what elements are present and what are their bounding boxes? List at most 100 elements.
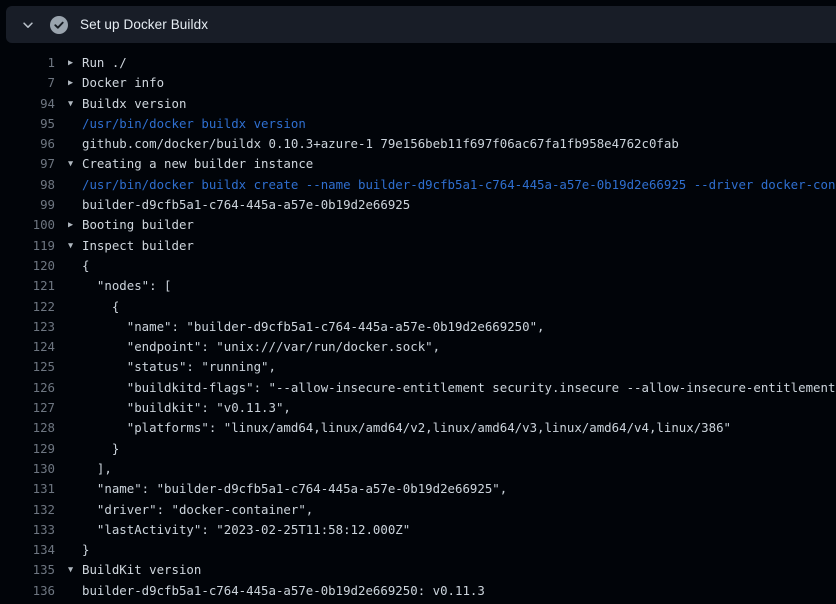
log-line-number[interactable]: 121 [0, 276, 55, 296]
group-toggle-arrow [68, 256, 82, 276]
log-line: 134 } [0, 540, 836, 560]
log-line: 125 "status": "running", [0, 357, 836, 377]
log-line-number[interactable]: 133 [0, 520, 55, 540]
group-collapse-arrow[interactable]: ▼ [68, 94, 82, 114]
group-toggle-arrow [68, 195, 82, 215]
log-line-number[interactable]: 98 [0, 175, 55, 195]
log-line-number[interactable]: 122 [0, 297, 55, 317]
log-line-text: "driver": "docker-container", [82, 500, 313, 520]
log-line-number[interactable]: 127 [0, 398, 55, 418]
log-line-number[interactable]: 99 [0, 195, 55, 215]
group-toggle-arrow [68, 500, 82, 520]
group-toggle-arrow [68, 540, 82, 560]
group-toggle-arrow [68, 175, 82, 195]
log-line-text: "status": "running", [82, 357, 276, 377]
group-collapse-arrow[interactable]: ▼ [68, 560, 82, 580]
log-line-number[interactable]: 97 [0, 154, 55, 174]
log-line: 1 ▶ Run ./ [0, 53, 836, 73]
log-line-text: builder-d9cfb5a1-c764-445a-a57e-0b19d2e6… [82, 581, 485, 601]
group-collapse-arrow[interactable]: ▼ [68, 154, 82, 174]
log-line: 129 } [0, 439, 836, 459]
log-line-number[interactable]: 120 [0, 256, 55, 276]
log-line: 100 ▶ Booting builder [0, 215, 836, 235]
log-line: 124 "endpoint": "unix:///var/run/docker.… [0, 337, 836, 357]
chevron-down-icon[interactable] [20, 17, 36, 33]
log-container: 1 ▶ Run ./ 7 ▶ Docker info 94 ▼ Buildx v… [0, 43, 836, 601]
log-line-number[interactable]: 1 [0, 53, 55, 73]
log-line: 94 ▼ Buildx version [0, 94, 836, 114]
log-line-number[interactable]: 96 [0, 134, 55, 154]
log-line: 132 "driver": "docker-container", [0, 500, 836, 520]
log-line: 126 "buildkitd-flags": "--allow-insecure… [0, 378, 836, 398]
log-line: 131 "name": "builder-d9cfb5a1-c764-445a-… [0, 479, 836, 499]
log-line-number[interactable]: 124 [0, 337, 55, 357]
group-collapse-arrow[interactable]: ▼ [68, 236, 82, 256]
log-line: 127 "buildkit": "v0.11.3", [0, 398, 836, 418]
group-toggle-arrow [68, 479, 82, 499]
log-line-text: Creating a new builder instance [82, 154, 313, 174]
log-line-number[interactable]: 126 [0, 378, 55, 398]
log-line-text: "name": "builder-d9cfb5a1-c764-445a-a57e… [82, 479, 507, 499]
log-line-text: Docker info [82, 73, 164, 93]
group-toggle-arrow [68, 134, 82, 154]
log-line-text: "buildkitd-flags": "--allow-insecure-ent… [82, 378, 836, 398]
group-toggle-arrow [68, 418, 82, 438]
log-line: 121 "nodes": [ [0, 276, 836, 296]
log-line-text: "endpoint": "unix:///var/run/docker.sock… [82, 337, 440, 357]
group-toggle-arrow [68, 114, 82, 134]
log-line: 120 { [0, 256, 836, 276]
log-line-text: "platforms": "linux/amd64,linux/amd64/v2… [82, 418, 731, 438]
log-line-number[interactable]: 100 [0, 215, 55, 235]
log-line-number[interactable]: 119 [0, 236, 55, 256]
log-line-number[interactable]: 131 [0, 479, 55, 499]
log-line: 123 "name": "builder-d9cfb5a1-c764-445a-… [0, 317, 836, 337]
log-line: 135 ▼ BuildKit version [0, 560, 836, 580]
group-expand-arrow[interactable]: ▶ [68, 53, 82, 73]
group-toggle-arrow [68, 520, 82, 540]
group-expand-arrow[interactable]: ▶ [68, 215, 82, 235]
log-line-text: /usr/bin/docker buildx create --name bui… [82, 175, 836, 195]
log-line-number[interactable]: 95 [0, 114, 55, 134]
log-line: 130 ], [0, 459, 836, 479]
log-line: 96 github.com/docker/buildx 0.10.3+azure… [0, 134, 836, 154]
log-line: 98 /usr/bin/docker buildx create --name … [0, 175, 836, 195]
group-toggle-arrow [68, 459, 82, 479]
log-line-text: Inspect builder [82, 236, 194, 256]
log-line-text: } [82, 540, 89, 560]
log-line-text: github.com/docker/buildx 0.10.3+azure-1 … [82, 134, 679, 154]
log-line-number[interactable]: 129 [0, 439, 55, 459]
step-header[interactable]: Set up Docker Buildx [6, 6, 836, 43]
group-toggle-arrow [68, 317, 82, 337]
log-line-text: } [82, 439, 119, 459]
log-line: 136 builder-d9cfb5a1-c764-445a-a57e-0b19… [0, 581, 836, 601]
log-line-text: BuildKit version [82, 560, 201, 580]
log-line: 119 ▼ Inspect builder [0, 236, 836, 256]
log-line-number[interactable]: 136 [0, 581, 55, 601]
group-toggle-arrow [68, 398, 82, 418]
log-line-number[interactable]: 130 [0, 459, 55, 479]
log-line: 128 "platforms": "linux/amd64,linux/amd6… [0, 418, 836, 438]
log-line-text: builder-d9cfb5a1-c764-445a-a57e-0b19d2e6… [82, 195, 410, 215]
log-line-text: "nodes": [ [82, 276, 172, 296]
log-line-number[interactable]: 134 [0, 540, 55, 560]
log-line-number[interactable]: 135 [0, 560, 55, 580]
group-expand-arrow[interactable]: ▶ [68, 73, 82, 93]
log-line-number[interactable]: 7 [0, 73, 55, 93]
log-line-text: "name": "builder-d9cfb5a1-c764-445a-a57e… [82, 317, 545, 337]
log-line-number[interactable]: 132 [0, 500, 55, 520]
log-line: 99 builder-d9cfb5a1-c764-445a-a57e-0b19d… [0, 195, 836, 215]
group-toggle-arrow [68, 439, 82, 459]
log-line-number[interactable]: 125 [0, 357, 55, 377]
success-check-icon [50, 16, 68, 34]
log-line: 122 { [0, 297, 836, 317]
log-line-number[interactable]: 94 [0, 94, 55, 114]
log-line-text: /usr/bin/docker buildx version [82, 114, 306, 134]
log-line: 95 /usr/bin/docker buildx version [0, 114, 836, 134]
group-toggle-arrow [68, 337, 82, 357]
log-line: 7 ▶ Docker info [0, 73, 836, 93]
log-line-text: ], [82, 459, 112, 479]
log-line-number[interactable]: 128 [0, 418, 55, 438]
group-toggle-arrow [68, 297, 82, 317]
log-line-number[interactable]: 123 [0, 317, 55, 337]
log-line: 133 "lastActivity": "2023-02-25T11:58:12… [0, 520, 836, 540]
